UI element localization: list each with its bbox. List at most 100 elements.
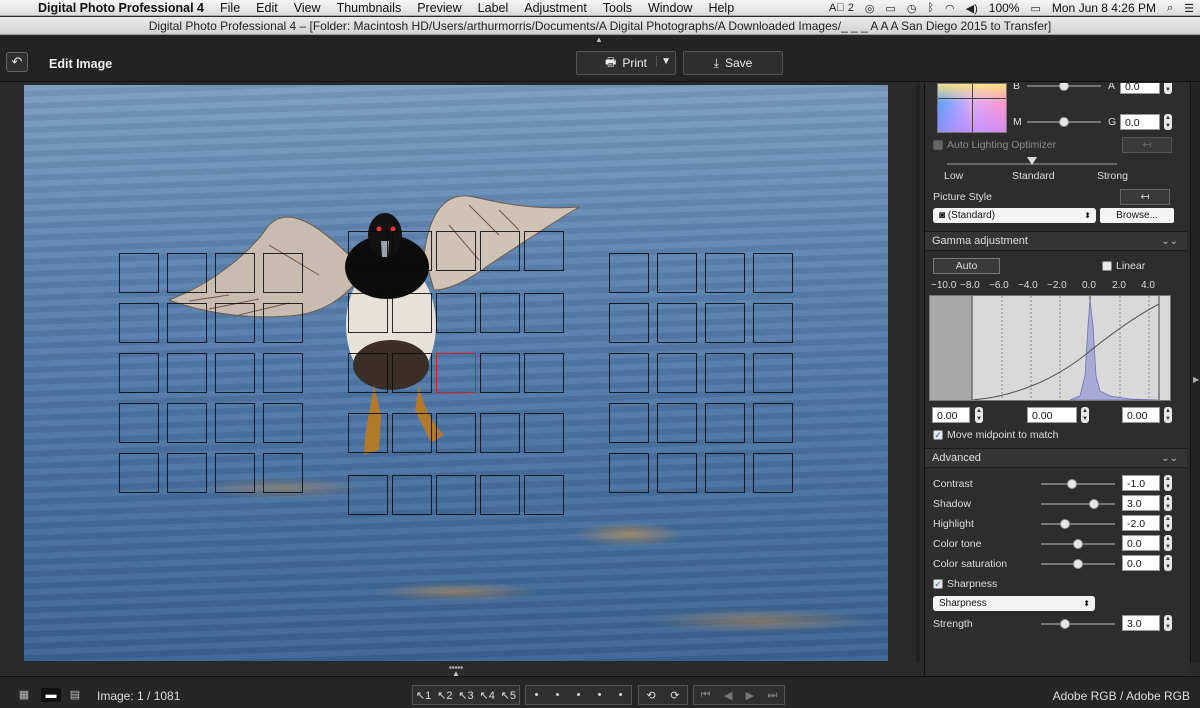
color-tone-slider[interactable] [1041, 539, 1115, 549]
color-tone-stepper[interactable]: ▲ ▼ [1164, 535, 1172, 551]
chevron-down-icon[interactable]: ⌄⌄ [1161, 449, 1178, 468]
color-g-field[interactable]: 0.0 [1120, 114, 1160, 130]
menu-tools[interactable]: Tools [603, 1, 632, 15]
star-dot-3[interactable]: • [577, 689, 581, 701]
shadow-field[interactable]: 3.0 [1122, 495, 1160, 511]
battery-percent[interactable]: 100% [989, 1, 1020, 15]
rating-1-button[interactable]: ↖1 [416, 689, 431, 702]
alo-slider[interactable] [947, 157, 1117, 169]
bluetooth-icon[interactable]: ᛒ [927, 2, 934, 14]
grid-view-button[interactable]: ▦ [14, 688, 34, 702]
color-g-stepper[interactable]: ▲ ▼ [1164, 114, 1172, 130]
gamma-low-field[interactable]: 0.00 [932, 407, 970, 423]
color-saturation-field[interactable]: 0.0 [1122, 555, 1160, 571]
star-dot-2[interactable]: • [556, 689, 560, 701]
clock[interactable]: Mon Jun 8 4:26 PM [1052, 1, 1156, 15]
midpoint-checkbox[interactable]: ✓ [933, 430, 943, 440]
time-machine-icon[interactable]: ◷ [907, 2, 917, 15]
menu-thumbnails[interactable]: Thumbnails [337, 1, 402, 15]
color-saturation-stepper[interactable]: ▲ ▼ [1164, 555, 1172, 571]
slider-knob[interactable] [1073, 559, 1083, 569]
highlight-field[interactable]: -2.0 [1122, 515, 1160, 531]
volume-icon[interactable]: ◀) [966, 2, 978, 15]
gamma-section-header[interactable]: Gamma adjustment ⌄⌄ [925, 231, 1187, 251]
slider-knob[interactable] [1073, 539, 1083, 549]
battery-icon[interactable]: ▭ [1030, 2, 1040, 15]
linear-checkbox[interactable] [1102, 261, 1112, 271]
star-dot-1[interactable]: • [535, 689, 539, 701]
wifi-icon[interactable]: ◠ [945, 2, 955, 15]
spotlight-icon[interactable]: ⌕ [1167, 2, 1173, 15]
star-dot-4[interactable]: • [598, 689, 602, 701]
rating-5-button[interactable]: ↖5 [501, 689, 516, 702]
strength-stepper[interactable]: ▲ ▼ [1164, 615, 1172, 631]
print-button[interactable]: 🖶 Print ▼ [576, 51, 676, 75]
expand-panel-icon[interactable]: ▶ [1193, 375, 1199, 384]
rating-3-button[interactable]: ↖3 [458, 689, 473, 702]
strength-field[interactable]: 3.0 [1122, 615, 1160, 631]
slider-knob[interactable] [1059, 83, 1069, 91]
menu-window[interactable]: Window [648, 1, 692, 15]
back-button[interactable]: ↶ [6, 52, 28, 72]
creative-cloud-icon[interactable]: ◎ [865, 2, 875, 15]
notification-center-icon[interactable]: ☰ [1184, 2, 1194, 15]
contrast-field[interactable]: -1.0 [1122, 475, 1160, 491]
contrast-slider[interactable] [1041, 479, 1115, 489]
slider-knob[interactable] [1089, 499, 1099, 509]
sharpness-mode-select[interactable]: Sharpness ⬍ [933, 596, 1095, 611]
gamma-low-stepper[interactable]: ▲ ▼ [975, 407, 983, 423]
color-a-stepper[interactable]: ▲▼ [1164, 83, 1172, 94]
rating-2-button[interactable]: ↖2 [437, 689, 452, 702]
airplay-icon[interactable]: ▭ [885, 2, 895, 15]
save-button[interactable]: ⤓ Save [683, 51, 783, 75]
gamma-high-field[interactable]: 0.00 [1122, 407, 1160, 423]
last-image-icon[interactable]: ⏭ [767, 689, 777, 702]
menu-view[interactable]: View [294, 1, 321, 15]
menu-file[interactable]: File [220, 1, 240, 15]
contrast-stepper[interactable]: ▲ ▼ [1164, 475, 1172, 491]
advanced-section-header[interactable]: Advanced ⌄⌄ [925, 448, 1187, 468]
menu-adjustment[interactable]: Adjustment [524, 1, 587, 15]
gamma-high-stepper[interactable]: ▲ ▼ [1164, 407, 1172, 423]
adobe-icon[interactable]: A⃞ 2 [829, 2, 854, 14]
alo-reset-button[interactable]: ↤ [1122, 137, 1172, 153]
gamma-auto-button[interactable]: Auto [933, 258, 1000, 274]
color-ba-slider[interactable] [1027, 83, 1101, 91]
slider-knob[interactable] [1060, 619, 1070, 629]
star-dot-5[interactable]: • [619, 689, 623, 701]
highlight-stepper[interactable]: ▲ ▼ [1164, 515, 1172, 531]
rotate-right-icon[interactable]: ⟳ [670, 689, 679, 702]
picture-style-reset-button[interactable]: ↤ [1120, 189, 1170, 205]
expand-filmstrip-icon[interactable]: ▪▪▪▪▪ ▲ [447, 664, 465, 678]
slider-knob[interactable] [1067, 479, 1077, 489]
alo-checkbox[interactable] [933, 140, 943, 150]
menu-edit[interactable]: Edit [256, 1, 278, 15]
panel-splitter[interactable] [916, 83, 920, 663]
single-view-button[interactable]: ▬ [41, 688, 61, 702]
rotate-left-icon[interactable]: ⟲ [646, 689, 655, 702]
strength-slider[interactable] [1041, 619, 1115, 629]
shadow-slider[interactable] [1041, 499, 1115, 509]
gamma-histogram[interactable] [929, 295, 1171, 401]
shadow-stepper[interactable]: ▲ ▼ [1164, 495, 1172, 511]
menu-app-name[interactable]: Digital Photo Professional 4 [38, 1, 204, 15]
list-view-button[interactable]: ▤ [65, 688, 85, 702]
color-mg-slider[interactable] [1027, 117, 1101, 127]
slider-knob[interactable] [1060, 519, 1070, 529]
picture-style-select[interactable]: ◙ (Standard) ⬍ [933, 208, 1096, 223]
image-viewer[interactable] [0, 83, 916, 663]
next-image-icon[interactable]: ▶ [746, 689, 754, 702]
color-a-field[interactable]: 0.0 [1120, 83, 1160, 94]
menu-label[interactable]: Label [478, 1, 509, 15]
collapse-toolbar-icon[interactable]: ▲ [592, 36, 606, 44]
browse-button[interactable]: Browse... [1100, 208, 1174, 223]
chevron-down-icon[interactable]: ⌄⌄ [1161, 232, 1178, 251]
color-adjust-wheel[interactable] [937, 83, 1007, 133]
print-dropdown-icon[interactable]: ▼ [656, 56, 671, 67]
color-tone-field[interactable]: 0.0 [1122, 535, 1160, 551]
gamma-mid-stepper[interactable]: ▲ ▼ [1081, 407, 1089, 423]
color-saturation-slider[interactable] [1041, 559, 1115, 569]
slider-knob[interactable] [1059, 117, 1069, 127]
alo-level-marker[interactable] [1027, 157, 1037, 165]
highlight-slider[interactable] [1041, 519, 1115, 529]
